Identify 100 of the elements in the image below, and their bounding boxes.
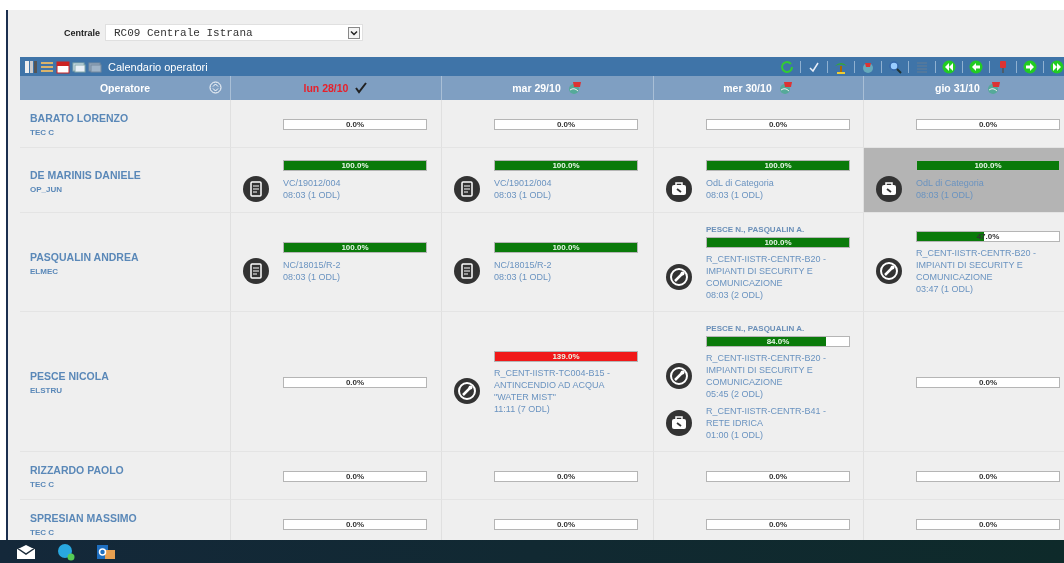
schedule-cell[interactable]: PESCE N., PASQUALIN A. 84.0% R_CENT-IISTR-CENTR-B20 - IMPIANTI DI SECURITY E COMUNICAZIONE 05:45 (2 ODL) R_CENT-IISTR-CENTR-B41 - RETE IDRICA 01:00 (1 ODL) [654, 312, 864, 452]
schedule-cell[interactable]: 100.0% VC/19012/004 08:03 (1 ODL) [442, 148, 654, 213]
work-order-link[interactable]: VC/19012/004 [494, 177, 626, 189]
work-time: 08:03 (1 ODL) [494, 271, 553, 283]
work-time: 08:03 (1 ODL) [283, 271, 342, 283]
toolbox-icon[interactable] [876, 176, 902, 202]
operator-role: TEC C [30, 528, 54, 537]
workload-bar: 100.0% [494, 242, 638, 253]
calendar-icon[interactable] [56, 59, 70, 74]
schedule-cell[interactable]: 0.0% [654, 452, 864, 500]
mail-app-icon[interactable] [96, 542, 116, 561]
workload-bar: 100.0% [283, 160, 427, 171]
work-order-link[interactable]: NC/18015/R-2 [283, 259, 415, 271]
document-icon[interactable] [243, 176, 269, 202]
envelope-icon[interactable] [16, 543, 36, 560]
workload-bar: 0.0% [916, 377, 1060, 388]
operator-role: ELSTRU [30, 386, 62, 395]
work-time: 01:00 (1 ODL) [706, 429, 765, 441]
work-order-link[interactable]: VC/19012/004 [283, 177, 415, 189]
workload-bar: 0.0% [494, 519, 638, 530]
workload-bar: 0.0% [283, 471, 427, 482]
schedule-cell[interactable]: 100.0% OdL di Categoria 08:03 (1 ODL) [864, 148, 1064, 213]
operator-name[interactable]: PESCE NICOLA [30, 370, 109, 382]
work-time: 08:03 (1 ODL) [916, 189, 975, 201]
work-order-link[interactable]: R_CENT-IISTR-CENTR-B41 - RETE IDRICA [706, 405, 838, 429]
workload-bar: 0.0% [916, 519, 1060, 530]
schedule-cell[interactable]: 0.0% [442, 100, 654, 148]
workload-bar: 100.0% [706, 237, 850, 248]
work-order-link[interactable]: R_CENT-IISTR-CENTR-B20 - IMPIANTI DI SECURITY E COMUNICAZIONE [916, 247, 1048, 283]
schedule-cell[interactable]: 100.0% VC/19012/004 08:03 (1 ODL) [231, 148, 442, 213]
workload-bar: 139.0% [494, 350, 638, 362]
schedule-cell[interactable]: 0.0% [864, 100, 1064, 148]
last-arrow-icon[interactable] [1050, 59, 1064, 74]
workload-bar: 0.0% [706, 119, 850, 130]
assignees-label: PESCE N., PASQUALIN A. [706, 324, 806, 333]
work-order-link[interactable]: R_CENT-IISTR-CENTR-B20 - IMPIANTI DI SECURITY E COMUNICAZIONE [706, 352, 838, 388]
work-time: 03:47 (1 ODL) [916, 283, 975, 295]
workload-bar: 100.0% [494, 160, 638, 171]
workload-bar: 0.0% [283, 519, 427, 530]
schedule-cell[interactable]: 0.0% [231, 312, 442, 452]
search-icon[interactable] [888, 59, 902, 74]
operator-name[interactable]: PASQUALIN ANDREA [30, 250, 139, 263]
day-header[interactable]: mer 30/10 [723, 82, 772, 94]
work-order-link[interactable]: R_CENT-IISTR-CENTR-B20 - IMPIANTI DI SECURITY E COMUNICAZIONE [706, 253, 838, 289]
workload-bar: 0.0% [916, 119, 1060, 130]
workload-bar: 84.0% [706, 336, 850, 347]
schedule-cell[interactable]: 100.0% NC/18015/R-2 08:03 (1 ODL) [442, 213, 654, 312]
workload-bar: 0.0% [706, 519, 850, 530]
operator-name[interactable]: RIZZARDO PAOLO [30, 464, 124, 476]
operator-role: ELMEC [30, 266, 58, 276]
schedule-cell[interactable]: 139.0% R_CENT-IISTR-TC004-B15 - ANTINCENDIO AD ACQUA "WATER MIST" 11:11 (7 ODL) [442, 312, 654, 452]
work-time: 05:45 (2 ODL) [706, 388, 765, 400]
work-time: 08:03 (2 ODL) [706, 289, 765, 301]
operator-name[interactable]: SPRESIAN MASSIMO [30, 512, 137, 524]
left-arrow-icon[interactable] [969, 59, 983, 74]
schedule-cell[interactable]: 0.0% [654, 100, 864, 148]
workload-bar: 0.0% [916, 471, 1060, 482]
schedule-cell[interactable]: 100.0% NC/18015/R-2 08:03 (1 ODL) [231, 213, 442, 312]
toolbox-icon[interactable] [666, 176, 692, 202]
workload-bar: 0.0% [283, 119, 427, 130]
workload-bar: 100.0% [916, 160, 1060, 171]
schedule-cell[interactable]: 0.0% [442, 452, 654, 500]
workload-bar: 100.0% [283, 242, 427, 253]
work-order-link[interactable]: OdL di Categoria [706, 177, 838, 189]
work-time: 11:11 (7 ODL) [494, 402, 551, 415]
workload-bar: 0.0% [494, 471, 638, 482]
operator-name[interactable]: BARATO LORENZO [30, 112, 129, 124]
work-order-link[interactable]: NC/18015/R-2 [494, 259, 626, 271]
chat-app-icon[interactable] [56, 542, 76, 561]
work-time: 08:03 (1 ODL) [494, 189, 553, 201]
work-time: 08:03 (1 ODL) [706, 189, 765, 201]
document-icon[interactable] [454, 176, 480, 202]
check-icon [354, 82, 369, 94]
schedule-cell[interactable]: 0.0% [231, 452, 442, 500]
work-time: 08:03 (1 ODL) [283, 189, 342, 201]
right-arrow-icon[interactable] [1023, 59, 1037, 74]
schedule-cell[interactable]: 0.0% [864, 312, 1064, 452]
schedule-cell[interactable]: 0.0% [231, 100, 442, 148]
centrale-select[interactable]: RC09 Centrale Istrana [105, 24, 363, 41]
operator-name[interactable]: DE MARINIS DANIELE [30, 168, 141, 181]
schedule-cell[interactable]: 100.0% OdL di Categoria 08:03 (1 ODL) [654, 148, 864, 213]
work-order-link[interactable]: R_CENT-IISTR-TC004-B15 - ANTINCENDIO AD ACQUA "WATER MIST" [494, 366, 626, 403]
filter-label: Centrale [64, 27, 100, 38]
day-header[interactable]: mar 29/10 [512, 82, 561, 94]
panel-title: Calendario operatori [108, 60, 208, 73]
first-arrow-icon[interactable] [942, 59, 956, 74]
cards-icon[interactable] [72, 59, 86, 74]
column-header[interactable]: Operatore [20, 76, 231, 100]
workload-bar: 0.0% [706, 471, 850, 482]
document-icon[interactable] [243, 258, 269, 284]
assignees-label: PESCE N., PASQUALIN A. [706, 225, 806, 234]
schedule-cell[interactable]: 0.0% [864, 452, 1064, 500]
schedule-cell[interactable]: PESCE N., PASQUALIN A. 100.0% R_CENT-IISTR-CENTR-B20 - IMPIANTI DI SECURITY E COMUNICAZIONE 08:03 (2 ODL) [654, 213, 864, 312]
toolbox-icon[interactable] [666, 410, 692, 436]
document-icon[interactable] [454, 258, 480, 284]
workload-bar: 0.0% [494, 119, 638, 130]
day-header[interactable]: gio 31/10 [935, 82, 980, 94]
columns-view-icon[interactable] [24, 59, 38, 74]
operator-role: TEC C [30, 480, 54, 489]
operator-role: TEC C [30, 128, 54, 137]
